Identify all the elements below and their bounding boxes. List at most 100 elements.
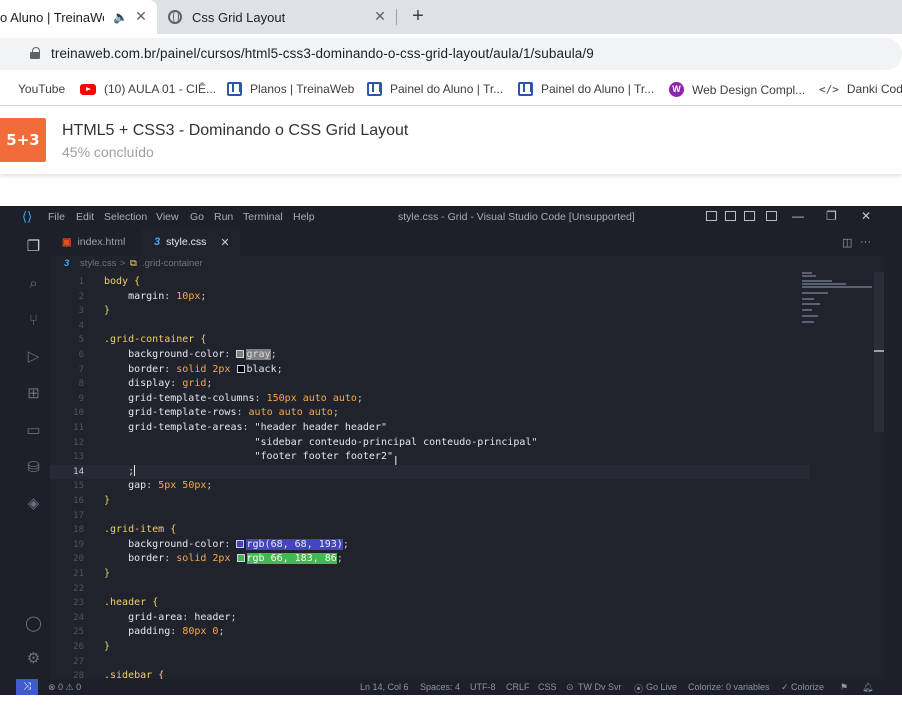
menu-edit[interactable]: Edit bbox=[76, 211, 94, 223]
extensions-icon[interactable]: ⊞ bbox=[25, 385, 42, 402]
bookmark-danki-code[interactable]: </> Danki Code bbox=[819, 82, 902, 96]
close-icon[interactable]: ✕ bbox=[133, 8, 149, 25]
code-line: 19 background-color: rgb(68, 68, 193); bbox=[73, 538, 349, 550]
close-icon[interactable]: ✕ bbox=[220, 236, 229, 249]
treinaweb-icon bbox=[367, 82, 382, 96]
close-window-icon[interactable]: ✕ bbox=[861, 209, 871, 223]
code-line: 20 border: solid 2px rgb 66, 183, 86; bbox=[73, 553, 343, 565]
code-line: 26} bbox=[73, 641, 111, 652]
tab-index-html[interactable]: ▣ index.html bbox=[56, 228, 136, 256]
menu-help[interactable]: Help bbox=[293, 211, 315, 223]
code-line: 6 background-color: gray; bbox=[78, 349, 277, 360]
html-file-icon: ▣ bbox=[62, 236, 72, 248]
layout-secondary-icon[interactable] bbox=[744, 211, 755, 221]
bookmark-web-design[interactable]: W Web Design Compl... bbox=[669, 82, 805, 97]
mouse-ibeam-cursor: I bbox=[394, 454, 398, 468]
run-debug-icon[interactable]: ▷ bbox=[25, 348, 42, 365]
breadcrumb-file[interactable]: style.css bbox=[80, 258, 116, 269]
explorer-icon[interactable]: ❐ bbox=[25, 238, 42, 255]
tab-style-css[interactable]: 3 style.css ✕ bbox=[142, 228, 240, 256]
bookmark-painel-1[interactable]: Painel do Aluno | Tr... bbox=[367, 82, 503, 96]
lock-icon[interactable] bbox=[30, 47, 40, 59]
menu-view[interactable]: View bbox=[156, 211, 179, 223]
code-line: 23 .header { bbox=[73, 597, 159, 609]
menu-terminal[interactable]: Terminal bbox=[243, 211, 283, 223]
indentation[interactable]: Spaces: 4 bbox=[420, 682, 460, 692]
layout-panel-icon[interactable] bbox=[725, 211, 736, 221]
youtube-icon bbox=[80, 83, 96, 95]
code-line: 1 body { bbox=[78, 276, 141, 287]
problems-count[interactable]: ⊗ 0 ⚠ 0 bbox=[48, 682, 81, 693]
layers-icon[interactable]: ◈ bbox=[25, 495, 42, 512]
more-actions-icon[interactable]: ··· bbox=[860, 236, 871, 248]
browser-tab-css-grid[interactable]: Css Grid Layout ✕ bbox=[160, 0, 393, 34]
code-line-current: 14 ; bbox=[50, 464, 810, 480]
bookmark-label: YouTube bbox=[18, 82, 66, 96]
vertical-scrollbar[interactable] bbox=[872, 272, 884, 679]
scrollbar-thumb[interactable] bbox=[874, 272, 884, 432]
address-bar: treinaweb.com.br/painel/cursos/html5-css… bbox=[0, 34, 902, 74]
code-editor[interactable]: 1 body { 2 margin: 10px; 3} 4 5 .grid-cont… bbox=[50, 272, 884, 679]
encoding[interactable]: UTF-8 bbox=[470, 682, 496, 692]
vscode-titlebar: ⟨⟩ File Edit Selection View Go Run Termi… bbox=[16, 206, 900, 228]
vscode-statusbar: ⤨ ⊗ 0 ⚠ 0 Ln 14, Col 6 Spaces: 4 UTF-8 C… bbox=[16, 679, 884, 695]
source-control-icon[interactable]: ⑂ bbox=[25, 312, 42, 329]
css-file-icon: 3 bbox=[154, 236, 161, 248]
selector-icon: ⧉ bbox=[130, 258, 137, 269]
notifications-bell-icon[interactable]: 🔔︎ bbox=[862, 682, 873, 693]
course-header: 5+3 HTML5 + CSS3 - Dominando o CSS Grid … bbox=[0, 106, 902, 174]
code-line: 27 bbox=[73, 656, 84, 667]
url-text[interactable]: treinaweb.com.br/painel/cursos/html5-css… bbox=[51, 46, 594, 61]
speaker-icon[interactable]: 🔈 bbox=[113, 10, 128, 24]
menu-file[interactable]: File bbox=[48, 211, 65, 223]
minimap[interactable] bbox=[802, 272, 872, 332]
bookmark-painel-2[interactable]: Painel do Aluno | Tr... bbox=[518, 82, 654, 96]
minimize-icon[interactable]: — bbox=[792, 209, 804, 223]
text-cursor bbox=[134, 464, 136, 476]
colorize-toggle[interactable]: ✓ Colorize bbox=[781, 682, 824, 693]
database-icon[interactable]: ⛁ bbox=[25, 459, 42, 476]
line-ending[interactable]: CRLF bbox=[506, 682, 530, 692]
bookmark-label: Painel do Aluno | Tr... bbox=[390, 82, 504, 96]
color-swatch[interactable] bbox=[236, 364, 245, 373]
tw-dev-server[interactable]: TW Dv Svr bbox=[578, 682, 622, 692]
lesson-video[interactable]: ⟨⟩ File Edit Selection View Go Run Termi… bbox=[0, 206, 902, 695]
account-icon[interactable]: ◯ bbox=[25, 615, 42, 632]
maximize-icon[interactable]: ❐ bbox=[826, 209, 837, 223]
video-right-border bbox=[884, 228, 900, 679]
colorize-variables[interactable]: Colorize: 0 variables bbox=[688, 682, 770, 692]
menu-run[interactable]: Run bbox=[214, 211, 233, 223]
cursor-position[interactable]: Ln 14, Col 6 bbox=[360, 682, 409, 692]
tab-separator bbox=[396, 9, 397, 25]
omnibox[interactable]: treinaweb.com.br/painel/cursos/html5-css… bbox=[0, 38, 902, 70]
code-line: 7 border: solid 2px black; bbox=[78, 363, 283, 375]
code-line: 15 gap: 5px 50px; bbox=[73, 480, 213, 492]
breadcrumb-symbol[interactable]: .grid-container bbox=[142, 258, 203, 269]
code-line: 12 "sidebar conteudo-principal conteudo-… bbox=[73, 436, 538, 448]
color-swatch[interactable] bbox=[236, 350, 245, 358]
split-editor-icon[interactable]: ◫ bbox=[842, 236, 852, 249]
settings-gear-icon[interactable]: ⚙ bbox=[25, 650, 42, 667]
bookmark-aula-01[interactable]: (10) AULA 01 - CIÊ... bbox=[80, 82, 216, 96]
new-tab-button[interactable]: + bbox=[408, 5, 428, 28]
layout-sidebar-icon[interactable] bbox=[706, 211, 717, 221]
color-swatch[interactable] bbox=[236, 539, 245, 548]
close-icon[interactable]: ✕ bbox=[372, 8, 388, 25]
tab-label: style.css bbox=[166, 236, 207, 248]
treinaweb-icon bbox=[518, 82, 533, 96]
feedback-icon[interactable]: ⚑ bbox=[840, 682, 848, 693]
remote-indicator-icon[interactable]: ⤨ bbox=[16, 679, 38, 695]
customize-layout-icon[interactable] bbox=[766, 211, 777, 221]
remote-explorer-icon[interactable]: ▭ bbox=[25, 422, 42, 439]
menu-selection[interactable]: Selection bbox=[104, 211, 147, 223]
course-title: HTML5 + CSS3 - Dominando o CSS Grid Layo… bbox=[62, 122, 409, 139]
bookmark-youtube[interactable]: YouTube bbox=[0, 82, 65, 96]
browser-tab-treinaweb[interactable]: o Aluno | TreinaWeb 🔈 ✕ bbox=[0, 0, 157, 34]
code-line: 17 bbox=[73, 510, 84, 521]
go-live-button[interactable]: Go Live bbox=[646, 682, 677, 692]
language-mode[interactable]: CSS bbox=[538, 682, 557, 692]
search-icon[interactable]: ⌕ bbox=[25, 275, 42, 292]
menu-go[interactable]: Go bbox=[190, 211, 204, 223]
bookmark-planos[interactable]: Planos | TreinaWeb bbox=[227, 82, 354, 96]
color-swatch[interactable] bbox=[236, 554, 245, 563]
